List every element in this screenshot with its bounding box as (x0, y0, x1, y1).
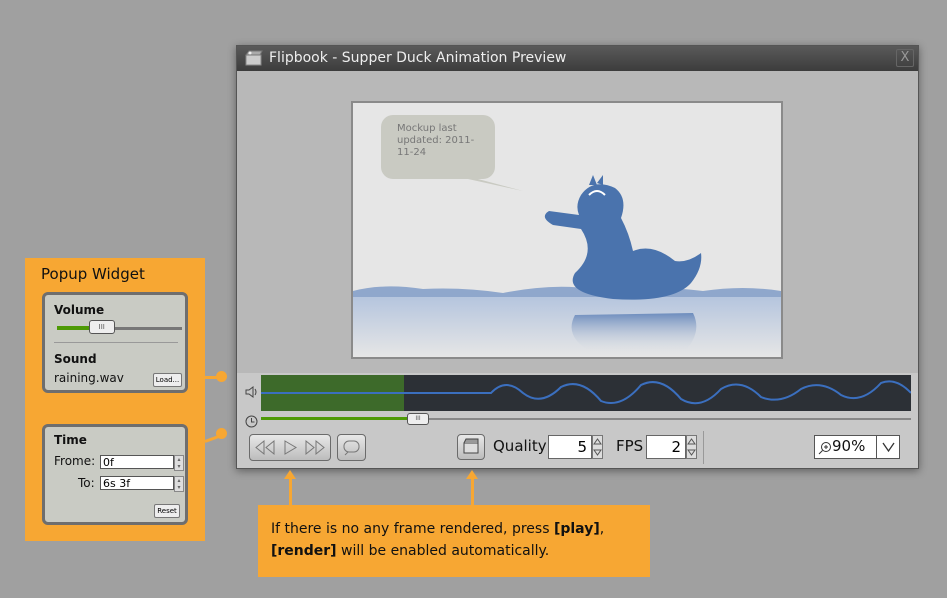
volume-slider[interactable]: III (57, 320, 182, 334)
help-note: If there is no any frame rendered, press… (258, 505, 650, 577)
sound-label: Sound (54, 352, 97, 366)
bottom-toolbar: Quality 5 FPS 2 90% (237, 431, 918, 468)
speech-bubble-text: Mockup last updated: 2011-11-24 (397, 123, 475, 158)
arrow-up-render (466, 470, 478, 479)
popup-title: Popup Widget (41, 265, 145, 283)
fps-stepper[interactable] (686, 435, 697, 459)
time-panel: Time Frome: 0f ▴ ▾ To: 6s 3f ▴ ▾ Reset (42, 424, 188, 525)
to-stepper[interactable]: ▴ ▾ (174, 476, 184, 492)
connector-line-render (471, 478, 474, 505)
slider-thumb[interactable]: III (407, 413, 429, 425)
fast-forward-icon[interactable] (304, 439, 326, 456)
toolbar-divider (703, 431, 704, 464)
playhead-slider[interactable]: III (261, 413, 911, 425)
fps-label: FPS (616, 437, 644, 455)
connector-line-play (289, 478, 292, 505)
from-field[interactable]: 0f (100, 455, 174, 469)
note-text-3: will be enabled automatically. (336, 543, 550, 559)
reset-button[interactable]: Reset (154, 504, 180, 518)
flipbook-window: Flipbook - Supper Duck Animation Preview… (236, 45, 919, 469)
playback-button-group (249, 434, 331, 461)
panel-divider (54, 342, 178, 343)
to-label: To: (78, 476, 95, 490)
popup-widget-panel: Popup Widget Volume III Sound raining.wa… (25, 258, 205, 541)
speaker-icon (245, 385, 259, 402)
waveform-line (261, 380, 911, 405)
sound-filename: raining.wav (54, 371, 124, 385)
connector-dot-sound (216, 371, 227, 382)
note-text-1: If there is no any frame rendered, press (271, 521, 554, 537)
volume-label: Volume (54, 303, 105, 317)
rewind-icon[interactable] (254, 439, 276, 456)
zoom-icon (818, 440, 832, 459)
quality-label: Quality (493, 437, 547, 455)
connector-dot-time (216, 428, 227, 439)
animation-canvas: Mockup last updated: 2011-11-24 (351, 101, 783, 359)
audio-waveform[interactable] (261, 375, 911, 411)
note-play-keyword: [play] (553, 521, 600, 537)
time-label: Time (54, 433, 87, 447)
clock-icon (245, 413, 258, 432)
fps-input[interactable]: 2 (646, 435, 686, 459)
play-icon[interactable] (281, 439, 299, 456)
preview-stage: Mockup last updated: 2011-11-24 (237, 71, 918, 373)
zoom-value: 90% (832, 437, 866, 455)
quality-stepper[interactable] (592, 435, 603, 459)
zoom-select[interactable]: 90% (814, 435, 900, 459)
close-icon: X (900, 50, 910, 65)
from-label: Frome: (54, 454, 96, 468)
close-button[interactable]: X (896, 49, 914, 67)
sound-panel: Volume III Sound raining.wav Load... (42, 292, 188, 393)
from-stepper[interactable]: ▴ ▾ (174, 455, 184, 471)
render-button[interactable] (457, 434, 485, 460)
title-bar[interactable]: Flipbook - Supper Duck Animation Preview… (237, 46, 918, 71)
timeline-area: III (237, 373, 918, 433)
clapperboard-icon (245, 50, 263, 66)
quality-input[interactable]: 5 (548, 435, 592, 459)
volume-thumb[interactable]: III (88, 320, 115, 334)
load-button[interactable]: Load... (153, 373, 182, 387)
clapperboard-icon (463, 438, 479, 454)
note-render-keyword: [render] (271, 543, 337, 559)
note-text-2: , (599, 521, 605, 537)
arrow-up-play (284, 470, 296, 479)
slider-fill (261, 417, 417, 420)
chevron-down-icon[interactable] (876, 435, 900, 459)
window-title: Flipbook - Supper Duck Animation Preview (269, 50, 567, 66)
loop-icon (343, 440, 360, 456)
loop-button[interactable] (337, 434, 366, 461)
to-field[interactable]: 6s 3f (100, 476, 174, 490)
